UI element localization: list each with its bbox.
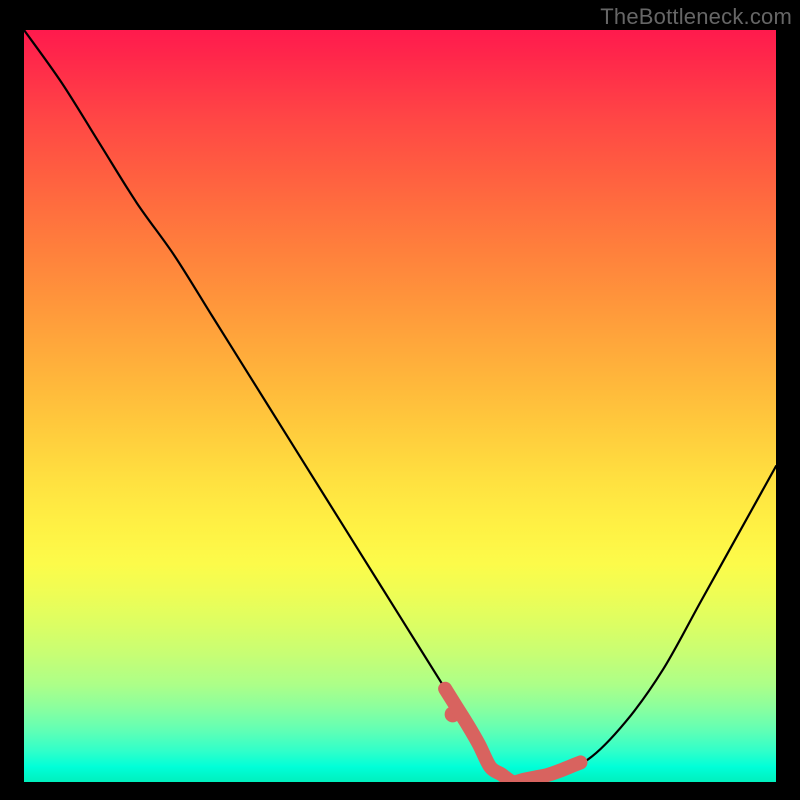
bottleneck-curve-line: [24, 30, 776, 782]
watermark-text: TheBottleneck.com: [600, 4, 792, 30]
chart-plot-area: [24, 30, 776, 782]
bottleneck-curve-highlight: [445, 689, 580, 782]
chart-svg: [24, 30, 776, 782]
